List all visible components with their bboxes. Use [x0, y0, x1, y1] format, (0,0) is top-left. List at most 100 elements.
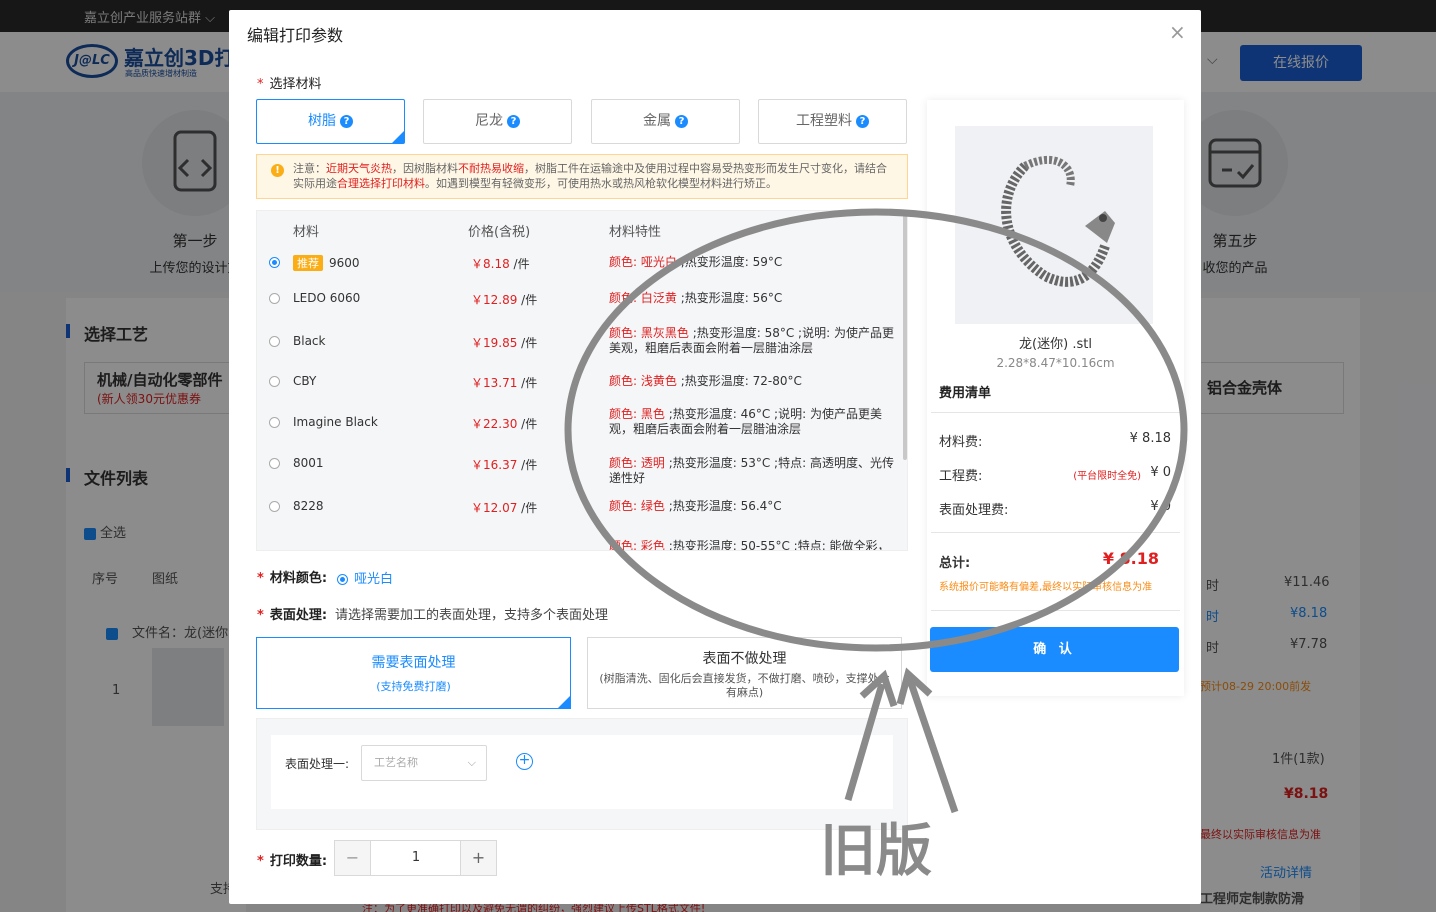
process-placeholder: 工艺名称 — [374, 756, 418, 769]
close-icon[interactable]: × — [1169, 20, 1186, 44]
divider — [931, 412, 1180, 413]
surface-hint: 请选择需要加工的表面处理，支持多个表面处理 — [335, 608, 609, 623]
quantity-label: * 打印数量: — [257, 854, 328, 869]
material-price: ￥22.30 /件 — [471, 417, 538, 431]
total-value: ¥ 8.18 — [1102, 549, 1159, 568]
material-price: ￥13.71 /件 — [471, 376, 538, 390]
radio-icon[interactable] — [269, 257, 280, 268]
engineering-fee-value: ¥ 0 — [1150, 465, 1171, 480]
total-note: 系统报价可能略有偏差,最终以实际审核信息为准 — [939, 582, 1153, 593]
help-icon[interactable]: ? — [507, 114, 520, 128]
material-feature: 颜色: 黑灰黑色 ;热变形温度: 58°C ;说明: 为使产品更美观，粗磨后表面… — [609, 326, 894, 355]
radio-icon[interactable] — [269, 293, 280, 304]
color-label: * 材料颜色: — [257, 571, 328, 586]
radio-icon[interactable] — [269, 336, 280, 347]
radio-icon — [337, 574, 348, 585]
color-option-matte-white[interactable]: 哑光白 — [337, 568, 393, 587]
material-table: 材料 价格(含税) 材料特性 推荐 9600 ￥8.18 /件 颜色: 哑光白 ;热变… — [256, 210, 908, 551]
header-price: 价格(含税) — [468, 225, 531, 240]
surface-none-card[interactable]: 表面不做处理 (树脂清洗、固化后会直接发货，不做打磨、喷砂，支撑处会有麻点) — [587, 637, 902, 709]
warning-icon: ! — [271, 164, 284, 177]
add-process-icon[interactable]: + — [516, 753, 533, 770]
tab-nylon[interactable]: 尼龙? — [423, 99, 572, 144]
process-select[interactable]: 工艺名称 ⌵ — [361, 745, 487, 781]
total-label: 总计: — [939, 556, 971, 571]
surface-label: * 表面处理: — [257, 608, 328, 623]
material-price: ￥12.89 /件 — [471, 293, 538, 307]
tab-resin-label: 树脂 — [308, 113, 336, 129]
material-price: ￥8.18 /件 — [471, 257, 530, 271]
surface-fee-label: 表面处理费: — [939, 503, 1009, 518]
material-feature: 颜色: 绿色 ;热变形温度: 56.4°C — [609, 499, 782, 513]
surface-need-title: 需要表面处理 — [371, 655, 456, 671]
edit-print-params-modal: 编辑打印参数 × * 选择材料 树脂? 尼龙? 金属? 工程塑料? ! 注意：近期… — [229, 10, 1201, 904]
fee-list-title: 费用清单 — [939, 386, 992, 401]
heat-warning-notice: ! 注意：近期天气炎热，因树脂材料不耐热易收缩，树脂工件在运输途中及使用过程中容… — [256, 154, 908, 199]
tab-metal-label: 金属 — [643, 113, 671, 129]
material-name: CBY — [293, 374, 317, 388]
divider — [931, 532, 1180, 533]
confirm-button[interactable]: 确 认 — [930, 627, 1179, 672]
model-file-name: 龙(迷你) .stl — [1019, 337, 1092, 352]
surface-process-row: 表面处理一: 工艺名称 ⌵ + — [271, 735, 893, 809]
surface-none-sub: (树脂清洗、固化后会直接发货，不做打磨、喷砂，支撑处会有麻点) — [599, 672, 890, 699]
material-name: 8001 — [293, 456, 324, 470]
material-name: LEDO 6060 — [293, 291, 361, 305]
plus-button[interactable]: + — [460, 841, 496, 875]
quantity-input[interactable]: 1 — [372, 841, 460, 875]
material-name: Imagine Black — [293, 415, 378, 429]
material-feature: 颜色: 黑色 ;热变形温度: 46°C ;说明: 为使产品更美观，粗磨后表面会附… — [609, 407, 882, 436]
tab-nylon-label: 尼龙 — [475, 113, 503, 129]
radio-icon[interactable] — [269, 458, 280, 469]
engineering-fee-promo: (平台限时全免) — [1073, 471, 1141, 482]
total-row: 总计: ¥ 8.18 — [939, 549, 1171, 571]
surface-process-box: 表面处理一: 工艺名称 ⌵ + — [256, 718, 908, 830]
material-price: ￥19.85 /件 — [471, 336, 538, 350]
header-material: 材料 — [293, 225, 320, 240]
table-scrollbar[interactable] — [903, 210, 907, 460]
tab-engineering-plastic[interactable]: 工程塑料? — [758, 99, 907, 144]
material-feature: 颜色: 白泛黄 ;热变形温度: 56°C — [609, 291, 783, 305]
surface-none-title: 表面不做处理 — [702, 651, 787, 667]
tab-engineering-plastic-label: 工程塑料 — [796, 113, 852, 129]
material-name: 推荐 9600 — [293, 255, 360, 271]
surface-need-sub: (支持免费打磨) — [376, 680, 451, 693]
surface-need-card[interactable]: 需要表面处理 (支持免费打磨) — [256, 637, 571, 709]
material-fee-value: ¥ 8.18 — [1129, 431, 1171, 446]
radio-icon[interactable] — [269, 501, 280, 512]
material-label: * 选择材料 — [257, 77, 322, 92]
tab-resin[interactable]: 树脂? — [256, 99, 405, 144]
material-name: 8228 — [293, 499, 324, 513]
quantity-stepper: − 1 + — [334, 840, 497, 876]
color-option-label: 哑光白 — [354, 572, 394, 587]
header-feature: 材料特性 — [609, 225, 662, 240]
material-feature: 颜色: 透明 ;热变形温度: 53°C ;特点: 高透明度、光传递性好 — [609, 456, 894, 485]
radio-icon[interactable] — [269, 417, 280, 428]
help-icon[interactable]: ? — [675, 114, 688, 128]
modal-title: 编辑打印参数 — [247, 26, 344, 45]
help-icon[interactable]: ? — [340, 114, 353, 128]
chevron-down-icon: ⌵ — [467, 756, 476, 769]
material-feature: 颜色: 浅黄色 ;热变形温度: 72-80°C — [609, 374, 802, 388]
cost-summary-panel: 龙(迷你) .stl 2.28*8.47*10.16cm 费用清单 材料费: ¥… — [927, 100, 1184, 696]
help-icon[interactable]: ? — [856, 114, 869, 128]
minus-button[interactable]: − — [335, 841, 371, 875]
material-fee-row: 材料费: ¥ 8.18 — [939, 431, 1171, 450]
old-version-label: 旧版 — [820, 819, 932, 884]
model-dimensions: 2.28*8.47*10.16cm — [996, 356, 1115, 370]
material-price: ￥16.37 /件 — [471, 458, 538, 472]
material-feature: 颜色: 哑光白 ;热变形温度: 59°C — [609, 255, 783, 269]
material-fee-label: 材料费: — [939, 435, 983, 450]
material-feature: 颜色: 彩色 ;热变形温度: 50-55°C ;特点: 能做全彩，透 — [609, 539, 890, 551]
radio-icon[interactable] — [269, 376, 280, 387]
surface-fee-row: 表面处理费: ¥ 0 — [939, 499, 1171, 518]
recommend-badge: 推荐 — [293, 255, 323, 271]
divider — [931, 610, 1180, 611]
tab-metal[interactable]: 金属? — [591, 99, 740, 144]
model-preview[interactable] — [955, 126, 1153, 324]
process-label: 表面处理一: — [285, 757, 350, 771]
material-name: Black — [293, 334, 326, 348]
engineering-fee-label: 工程费: — [939, 469, 983, 484]
surface-fee-value: ¥ 0 — [1150, 499, 1171, 514]
engineering-fee-row: 工程费: (平台限时全免) ¥ 0 — [939, 465, 1171, 484]
